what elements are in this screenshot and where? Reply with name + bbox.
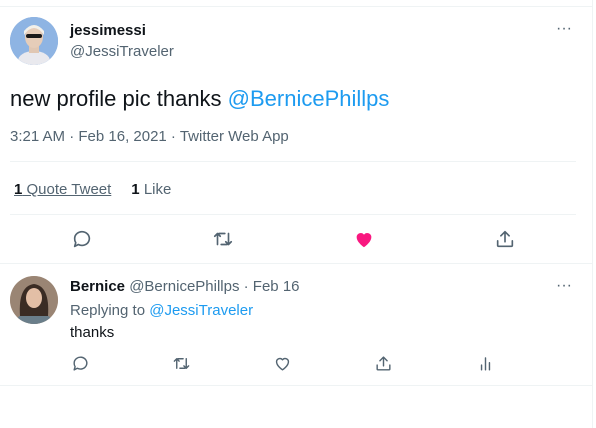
quote-count: 1 xyxy=(14,181,23,198)
like-count: 1 xyxy=(131,181,140,198)
retweet-button[interactable] xyxy=(212,228,236,252)
reply-reply-button[interactable] xyxy=(71,354,91,374)
top-divider xyxy=(0,6,593,7)
tweet-mention-link[interactable]: @BernicePhillps xyxy=(228,86,390,111)
divider xyxy=(10,214,576,215)
reply-like-button[interactable] xyxy=(273,354,293,374)
quote-label: Quote Tweet xyxy=(26,181,112,198)
like-icon xyxy=(353,233,375,254)
reply-retweet-button[interactable] xyxy=(172,354,192,374)
reply-header: Bernice @BernicePhillps · Feb 16 xyxy=(70,278,300,295)
reply-analytics-button[interactable] xyxy=(476,354,496,374)
like-button[interactable] xyxy=(353,228,377,252)
reply-icon xyxy=(71,356,90,377)
tweet-text: new profile pic thanks @BernicePhillps xyxy=(10,85,389,113)
divider xyxy=(10,161,576,162)
retweet-icon xyxy=(172,358,191,377)
author-avatar[interactable] xyxy=(10,17,58,65)
likes-link[interactable]: 1 Like xyxy=(131,181,171,198)
share-icon xyxy=(494,230,516,254)
tweet-stats: 1 Quote Tweet 1 Like xyxy=(14,181,171,198)
quote-tweets-link[interactable]: 1 Quote Tweet xyxy=(14,181,111,198)
replying-prefix: Replying to xyxy=(70,302,150,319)
replying-to: Replying to @JessiTraveler xyxy=(70,302,253,319)
reply-icon xyxy=(71,230,93,254)
replying-to-link[interactable]: @JessiTraveler xyxy=(149,302,253,319)
tweet-text-body: new profile pic thanks xyxy=(10,86,228,111)
like-label: Like xyxy=(143,181,172,198)
reply-share-button[interactable] xyxy=(374,354,394,374)
reply-author-avatar[interactable] xyxy=(10,276,58,324)
share-button[interactable] xyxy=(494,228,518,252)
divider xyxy=(0,263,593,264)
like-icon xyxy=(273,357,292,377)
share-icon xyxy=(374,356,393,377)
divider xyxy=(0,385,593,386)
reply-author-meta[interactable]: @BernicePhillps · Feb 16 xyxy=(129,278,299,295)
tweet-timestamp[interactable]: 3:21 AM · Feb 16, 2021 · Twitter Web App xyxy=(10,128,289,145)
more-icon[interactable]: ··· xyxy=(556,20,572,38)
author-handle[interactable]: @JessiTraveler xyxy=(70,43,174,60)
reply-text: thanks xyxy=(70,324,115,341)
reply-button[interactable] xyxy=(71,228,95,252)
author-display-name[interactable]: jessimessi xyxy=(70,22,146,39)
more-icon[interactable]: ··· xyxy=(556,277,572,295)
reply-author-name[interactable]: Bernice xyxy=(70,278,125,295)
analytics-icon xyxy=(476,357,495,377)
retweet-icon xyxy=(212,232,234,254)
